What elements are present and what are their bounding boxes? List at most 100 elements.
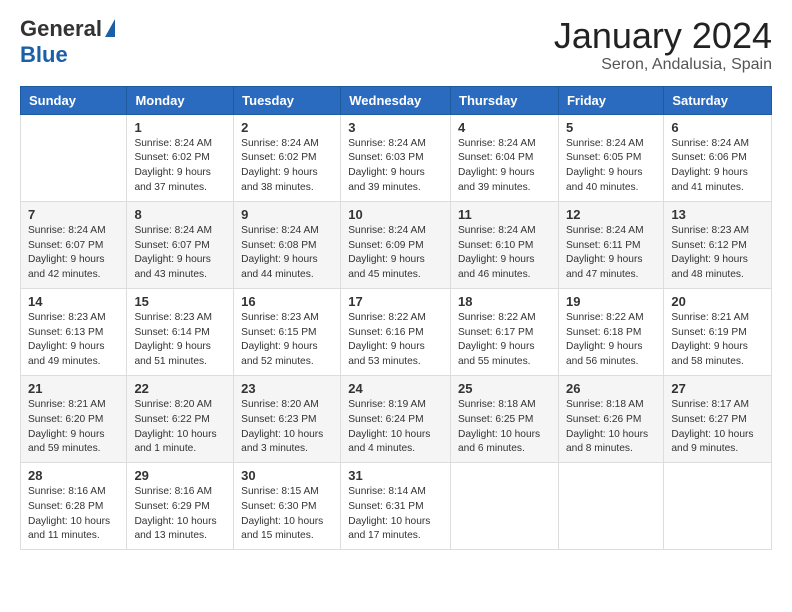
title-block: January 2024 Seron, Andalusia, Spain: [554, 16, 772, 74]
calendar-cell: 17 Sunrise: 8:22 AMSunset: 6:16 PMDayligh…: [341, 288, 451, 375]
calendar-cell: [558, 463, 663, 550]
page: General Blue January 2024 Seron, Andalus…: [0, 0, 792, 612]
calendar-cell: 18Sunrise: 8:22 AMSunset: 6:17 PMDayligh…: [451, 288, 559, 375]
day-info: Sunrise: 8:16 AMSunset: 6:28 PMDaylight:…: [28, 485, 119, 544]
calendar-cell: 25 Sunrise: 8:18 AMSunset: 6:25 PMDayligh…: [451, 375, 559, 462]
day-number: 15: [134, 294, 226, 309]
calendar-cell: 5 Sunrise: 8:24 AMSunset: 6:05 PMDaylight…: [558, 114, 663, 201]
day-info: Sunrise: 8:23 AMSunset: 6:15 PMDaylight:…: [241, 311, 333, 370]
logo-blue-text: Blue: [20, 42, 68, 68]
day-number: 13: [671, 207, 764, 222]
calendar-cell: 7 Sunrise: 8:24 AMSunset: 6:07 PMDaylight…: [21, 201, 127, 288]
day-number: 19: [566, 294, 656, 309]
weekday-header-sunday: Sunday: [21, 86, 127, 114]
day-info: Sunrise: 8:20 AMSunset: 6:22 PMDaylight:…: [134, 398, 226, 457]
calendar-cell: 21 Sunrise: 8:21 AMSunset: 6:20 PMDayligh…: [21, 375, 127, 462]
logo-triangle-icon: [105, 19, 115, 37]
day-number: 27: [671, 381, 764, 396]
day-number: 2: [241, 120, 333, 135]
day-number: 29: [134, 468, 226, 483]
day-info: Sunrise: 8:19 AMSunset: 6:24 PMDaylight:…: [348, 398, 443, 457]
day-number: 28: [28, 468, 119, 483]
day-info: Sunrise: 8:24 AMSunset: 6:10 PMDaylight:…: [458, 224, 551, 283]
calendar-cell: 14Sunrise: 8:23 AMSunset: 6:13 PMDayligh…: [21, 288, 127, 375]
day-info: Sunrise: 8:17 AMSunset: 6:27 PMDaylight:…: [671, 398, 764, 457]
calendar-cell: 24 Sunrise: 8:19 AMSunset: 6:24 PMDayligh…: [341, 375, 451, 462]
calendar-cell: 28 Sunrise: 8:16 AMSunset: 6:28 PMDayligh…: [21, 463, 127, 550]
day-number: 8: [134, 207, 226, 222]
day-info: Sunrise: 8:24 AMSunset: 6:02 PMDaylight:…: [134, 137, 226, 196]
day-number: 17: [348, 294, 443, 309]
calendar-cell: 30Sunrise: 8:15 AMSunset: 6:30 PMDayligh…: [234, 463, 341, 550]
day-number: 20: [671, 294, 764, 309]
calendar-cell: 12Sunrise: 8:24 AMSunset: 6:11 PMDayligh…: [558, 201, 663, 288]
day-info: Sunrise: 8:21 AMSunset: 6:20 PMDaylight:…: [28, 398, 119, 457]
day-info: Sunrise: 8:20 AMSunset: 6:23 PMDaylight:…: [241, 398, 333, 457]
calendar-cell: 23 Sunrise: 8:20 AMSunset: 6:23 PMDayligh…: [234, 375, 341, 462]
day-number: 31: [348, 468, 443, 483]
calendar-location: Seron, Andalusia, Spain: [554, 56, 772, 74]
calendar-cell: 26Sunrise: 8:18 AMSunset: 6:26 PMDayligh…: [558, 375, 663, 462]
day-info: Sunrise: 8:14 AMSunset: 6:31 PMDaylight:…: [348, 485, 443, 544]
day-info: Sunrise: 8:22 AMSunset: 6:18 PMDaylight:…: [566, 311, 656, 370]
calendar-week-row: 21 Sunrise: 8:21 AMSunset: 6:20 PMDayligh…: [21, 375, 772, 462]
day-number: 4: [458, 120, 551, 135]
day-number: 21: [28, 381, 119, 396]
calendar-week-row: 14Sunrise: 8:23 AMSunset: 6:13 PMDayligh…: [21, 288, 772, 375]
day-info: Sunrise: 8:24 AMSunset: 6:06 PMDaylight:…: [671, 137, 764, 196]
day-number: 24: [348, 381, 443, 396]
calendar-cell: 3 Sunrise: 8:24 AMSunset: 6:03 PMDaylight…: [341, 114, 451, 201]
calendar-cell: 29 Sunrise: 8:16 AMSunset: 6:29 PMDayligh…: [127, 463, 234, 550]
calendar-week-row: 7 Sunrise: 8:24 AMSunset: 6:07 PMDaylight…: [21, 201, 772, 288]
calendar-table: SundayMondayTuesdayWednesdayThursdayFrid…: [20, 86, 772, 551]
calendar-cell: 2 Sunrise: 8:24 AMSunset: 6:02 PMDaylight…: [234, 114, 341, 201]
day-info: Sunrise: 8:16 AMSunset: 6:29 PMDaylight:…: [134, 485, 226, 544]
calendar-cell: 13 Sunrise: 8:23 AMSunset: 6:12 PMDayligh…: [664, 201, 772, 288]
day-number: 3: [348, 120, 443, 135]
day-info: Sunrise: 8:18 AMSunset: 6:25 PMDaylight:…: [458, 398, 551, 457]
day-number: 26: [566, 381, 656, 396]
weekday-header-monday: Monday: [127, 86, 234, 114]
day-number: 1: [134, 120, 226, 135]
calendar-cell: 8 Sunrise: 8:24 AMSunset: 6:07 PMDaylight…: [127, 201, 234, 288]
weekday-header-saturday: Saturday: [664, 86, 772, 114]
day-number: 10: [348, 207, 443, 222]
day-number: 23: [241, 381, 333, 396]
calendar-cell: 9 Sunrise: 8:24 AMSunset: 6:08 PMDaylight…: [234, 201, 341, 288]
calendar-week-row: 1 Sunrise: 8:24 AMSunset: 6:02 PMDaylight…: [21, 114, 772, 201]
day-info: Sunrise: 8:24 AMSunset: 6:03 PMDaylight:…: [348, 137, 443, 196]
calendar-cell: [664, 463, 772, 550]
day-number: 7: [28, 207, 119, 222]
weekday-header-thursday: Thursday: [451, 86, 559, 114]
calendar-cell: 19 Sunrise: 8:22 AMSunset: 6:18 PMDayligh…: [558, 288, 663, 375]
day-info: Sunrise: 8:24 AMSunset: 6:02 PMDaylight:…: [241, 137, 333, 196]
day-info: Sunrise: 8:22 AMSunset: 6:17 PMDaylight:…: [458, 311, 551, 370]
day-info: Sunrise: 8:23 AMSunset: 6:12 PMDaylight:…: [671, 224, 764, 283]
day-info: Sunrise: 8:24 AMSunset: 6:07 PMDaylight:…: [28, 224, 119, 283]
day-number: 5: [566, 120, 656, 135]
day-info: Sunrise: 8:22 AMSunset: 6:16 PMDaylight:…: [348, 311, 443, 370]
day-info: Sunrise: 8:21 AMSunset: 6:19 PMDaylight:…: [671, 311, 764, 370]
day-number: 16: [241, 294, 333, 309]
day-info: Sunrise: 8:23 AMSunset: 6:14 PMDaylight:…: [134, 311, 226, 370]
calendar-cell: 16 Sunrise: 8:23 AMSunset: 6:15 PMDayligh…: [234, 288, 341, 375]
calendar-cell: [21, 114, 127, 201]
weekday-header-wednesday: Wednesday: [341, 86, 451, 114]
weekday-header-friday: Friday: [558, 86, 663, 114]
calendar-title: January 2024: [554, 16, 772, 56]
day-number: 11: [458, 207, 551, 222]
logo: General Blue: [20, 16, 115, 68]
day-number: 9: [241, 207, 333, 222]
calendar-cell: 11 Sunrise: 8:24 AMSunset: 6:10 PMDayligh…: [451, 201, 559, 288]
calendar-cell: 31 Sunrise: 8:14 AMSunset: 6:31 PMDayligh…: [341, 463, 451, 550]
day-info: Sunrise: 8:24 AMSunset: 6:08 PMDaylight:…: [241, 224, 333, 283]
calendar-week-row: 28 Sunrise: 8:16 AMSunset: 6:28 PMDayligh…: [21, 463, 772, 550]
calendar-cell: 4Sunrise: 8:24 AMSunset: 6:04 PMDaylight…: [451, 114, 559, 201]
header: General Blue January 2024 Seron, Andalus…: [20, 16, 772, 74]
day-number: 6: [671, 120, 764, 135]
day-number: 22: [134, 381, 226, 396]
day-info: Sunrise: 8:15 AMSunset: 6:30 PMDaylight:…: [241, 485, 333, 544]
day-info: Sunrise: 8:24 AMSunset: 6:07 PMDaylight:…: [134, 224, 226, 283]
day-number: 25: [458, 381, 551, 396]
day-info: Sunrise: 8:24 AMSunset: 6:05 PMDaylight:…: [566, 137, 656, 196]
